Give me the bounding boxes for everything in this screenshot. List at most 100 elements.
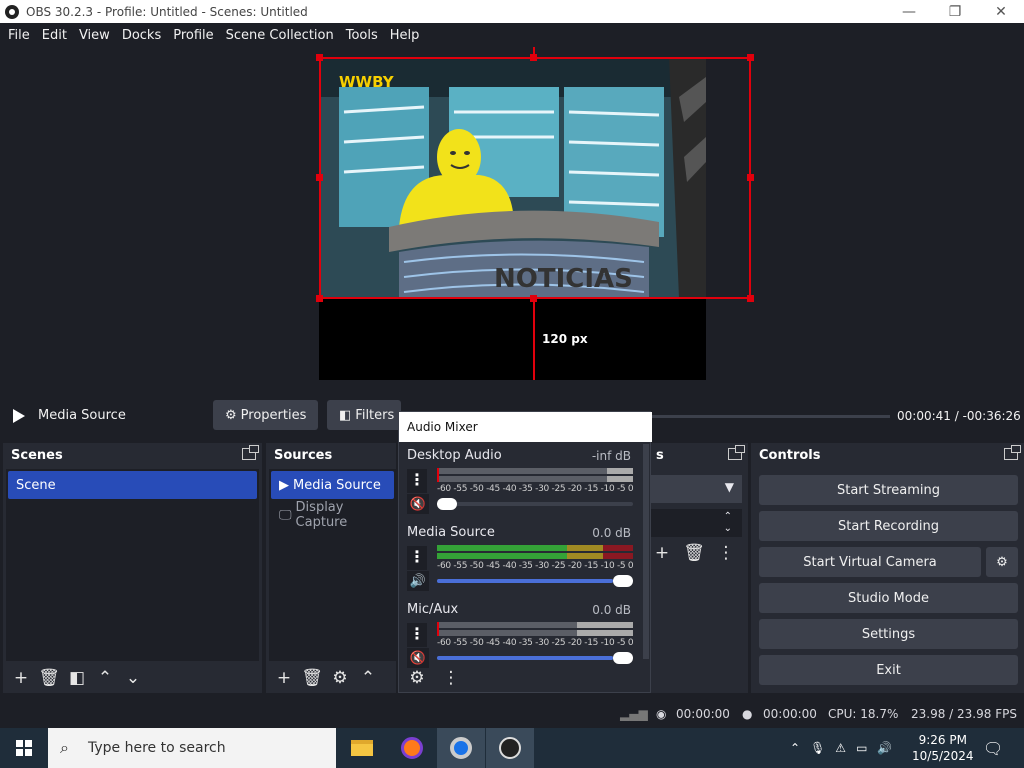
- muted-speaker-icon[interactable]: 🔇: [407, 648, 429, 668]
- mixer-advanced-icon[interactable]: ⚙: [403, 666, 431, 690]
- filters-button[interactable]: ◧ Filters: [327, 400, 401, 430]
- settings-button[interactable]: Settings: [759, 619, 1018, 649]
- studio-mode-button[interactable]: Studio Mode: [759, 583, 1018, 613]
- menu-edit[interactable]: Edit: [36, 28, 73, 43]
- close-button[interactable]: ✕: [978, 0, 1024, 23]
- display-icon[interactable]: ▭: [856, 741, 867, 755]
- sources-toolbar: + 🗑 ⚙ ⌃: [266, 663, 396, 693]
- source-item-media[interactable]: ▶ Media Source: [271, 471, 394, 499]
- meter-ticks: -60 -55 -50 -45 -40 -35 -30 -25 -20 -15 …: [437, 561, 634, 571]
- file-explorer-icon[interactable]: [338, 728, 386, 768]
- remove-scene-icon[interactable]: 🗑: [35, 666, 63, 690]
- sources-list: ▶ Media Source 🖵 Display Capture: [269, 469, 396, 661]
- transition-menu-icon[interactable]: ⋮: [712, 541, 740, 565]
- undock-icon[interactable]: [242, 445, 259, 460]
- undock-icon[interactable]: [728, 445, 745, 460]
- transitions-dock: s ▼ ⌃ ⌄ + 🗑 ⋮: [648, 443, 748, 693]
- channel-menu-icon[interactable]: ⋮: [407, 623, 427, 647]
- transition-select[interactable]: ▼: [648, 475, 742, 503]
- move-down-icon[interactable]: ⌄: [119, 666, 147, 690]
- menu-profile[interactable]: Profile: [167, 28, 219, 43]
- resize-handle-br[interactable]: [747, 295, 754, 302]
- virtual-camera-settings-button[interactable]: ⚙: [986, 547, 1018, 577]
- resize-handle-left[interactable]: [316, 174, 323, 181]
- record-time: 00:00:00: [763, 707, 817, 721]
- duration-spinbox[interactable]: ⌃ ⌄: [648, 509, 742, 537]
- scenes-header: Scenes: [11, 447, 63, 463]
- microphone-icon[interactable]: 🎙: [810, 741, 825, 755]
- add-transition-icon[interactable]: +: [648, 541, 676, 565]
- properties-button[interactable]: ⚙ Properties: [213, 400, 319, 430]
- volume-icon[interactable]: 🔊: [877, 741, 892, 755]
- add-scene-icon[interactable]: +: [7, 666, 35, 690]
- maximize-button[interactable]: ❐: [932, 0, 978, 23]
- mixer-menu-icon[interactable]: ⋮: [437, 666, 465, 690]
- source-selection-box[interactable]: [319, 57, 751, 299]
- muted-speaker-icon[interactable]: 🔇: [407, 494, 429, 514]
- menu-view[interactable]: View: [73, 28, 116, 43]
- play-icon[interactable]: [13, 409, 25, 423]
- stream-icon: ◉: [656, 707, 667, 721]
- resize-handle-tl[interactable]: [316, 54, 323, 61]
- remove-source-icon[interactable]: 🗑: [298, 666, 326, 690]
- audio-mixer-title[interactable]: Audio Mixer: [399, 412, 652, 442]
- notification-icon[interactable]: 🗨: [983, 728, 1003, 768]
- resize-handle-right[interactable]: [747, 174, 754, 181]
- firefox-icon[interactable]: [388, 728, 436, 768]
- volume-fader[interactable]: [437, 575, 633, 587]
- menu-file[interactable]: File: [2, 28, 36, 43]
- preview-area[interactable]: WWBY NOTICIAS 120 px: [0, 47, 1024, 390]
- volume-fader[interactable]: [437, 652, 633, 664]
- status-bar: ▂▄▆ ◉ 00:00:00 ● 00:00:00 CPU: 18.7% 23.…: [0, 700, 1024, 728]
- clock[interactable]: 9:26 PM 10/5/2024: [912, 728, 974, 768]
- channel-db: 0.0 dB: [592, 526, 631, 540]
- fader-knob[interactable]: [437, 498, 457, 510]
- minimize-button[interactable]: —: [886, 0, 932, 23]
- remove-transition-icon[interactable]: 🗑: [680, 541, 708, 565]
- add-source-icon[interactable]: +: [270, 666, 298, 690]
- source-settings-icon[interactable]: ⚙: [326, 666, 354, 690]
- windows-start-icon[interactable]: [0, 728, 48, 768]
- chevron-up-icon[interactable]: ⌃: [790, 741, 800, 755]
- network-icon[interactable]: ⚠: [835, 741, 846, 755]
- menu-tools[interactable]: Tools: [340, 28, 384, 43]
- channel-menu-icon[interactable]: ⋮: [407, 469, 427, 493]
- spin-icon: ⌃ ⌄: [723, 511, 732, 534]
- exit-button[interactable]: Exit: [759, 655, 1018, 685]
- speaker-icon[interactable]: 🔊: [407, 571, 429, 591]
- taskbar-search-box[interactable]: ⌕ Type here to search: [48, 728, 336, 768]
- offset-label: 120 px: [542, 332, 588, 346]
- volume-meter: [437, 545, 633, 561]
- channel-menu-icon[interactable]: ⋮: [407, 546, 427, 570]
- start-recording-button[interactable]: Start Recording: [759, 511, 1018, 541]
- undock-icon[interactable]: [1004, 445, 1021, 460]
- source-up-icon[interactable]: ⌃: [354, 666, 382, 690]
- resize-handle-bl[interactable]: [316, 295, 323, 302]
- scene-filters-icon[interactable]: ◧: [63, 666, 91, 690]
- obs-app-icon: [5, 4, 19, 19]
- play-icon: ▶: [279, 477, 289, 493]
- obs-taskbar-icon[interactable]: [486, 728, 534, 768]
- menu-scene-collection[interactable]: Scene Collection: [220, 28, 340, 43]
- record-icon: ●: [742, 707, 753, 721]
- menu-help[interactable]: Help: [384, 28, 426, 43]
- volume-fader[interactable]: [437, 498, 633, 510]
- channel-name: Media Source: [407, 525, 495, 540]
- selected-source-name: Media Source: [38, 408, 126, 423]
- sources-dock: Sources ▶ Media Source 🖵 Display Capture…: [266, 443, 396, 693]
- chrome-icon[interactable]: [437, 728, 485, 768]
- resize-handle-tr[interactable]: [747, 54, 754, 61]
- chevron-down-icon: ▼: [724, 480, 734, 494]
- source-item-display[interactable]: 🖵 Display Capture: [271, 500, 394, 530]
- sources-header: Sources: [274, 447, 333, 463]
- fader-knob[interactable]: [613, 652, 633, 664]
- start-virtual-camera-button[interactable]: Start Virtual Camera: [759, 547, 981, 577]
- move-up-icon[interactable]: ⌃: [91, 666, 119, 690]
- clock-time: 9:26 PM: [918, 733, 967, 747]
- menu-docks[interactable]: Docks: [116, 28, 167, 43]
- start-streaming-button[interactable]: Start Streaming: [759, 475, 1018, 505]
- gear-icon: ⚙: [996, 554, 1008, 570]
- scene-item[interactable]: Scene: [8, 471, 257, 499]
- fader-knob[interactable]: [613, 575, 633, 587]
- mixer-scrollbar[interactable]: [643, 444, 649, 659]
